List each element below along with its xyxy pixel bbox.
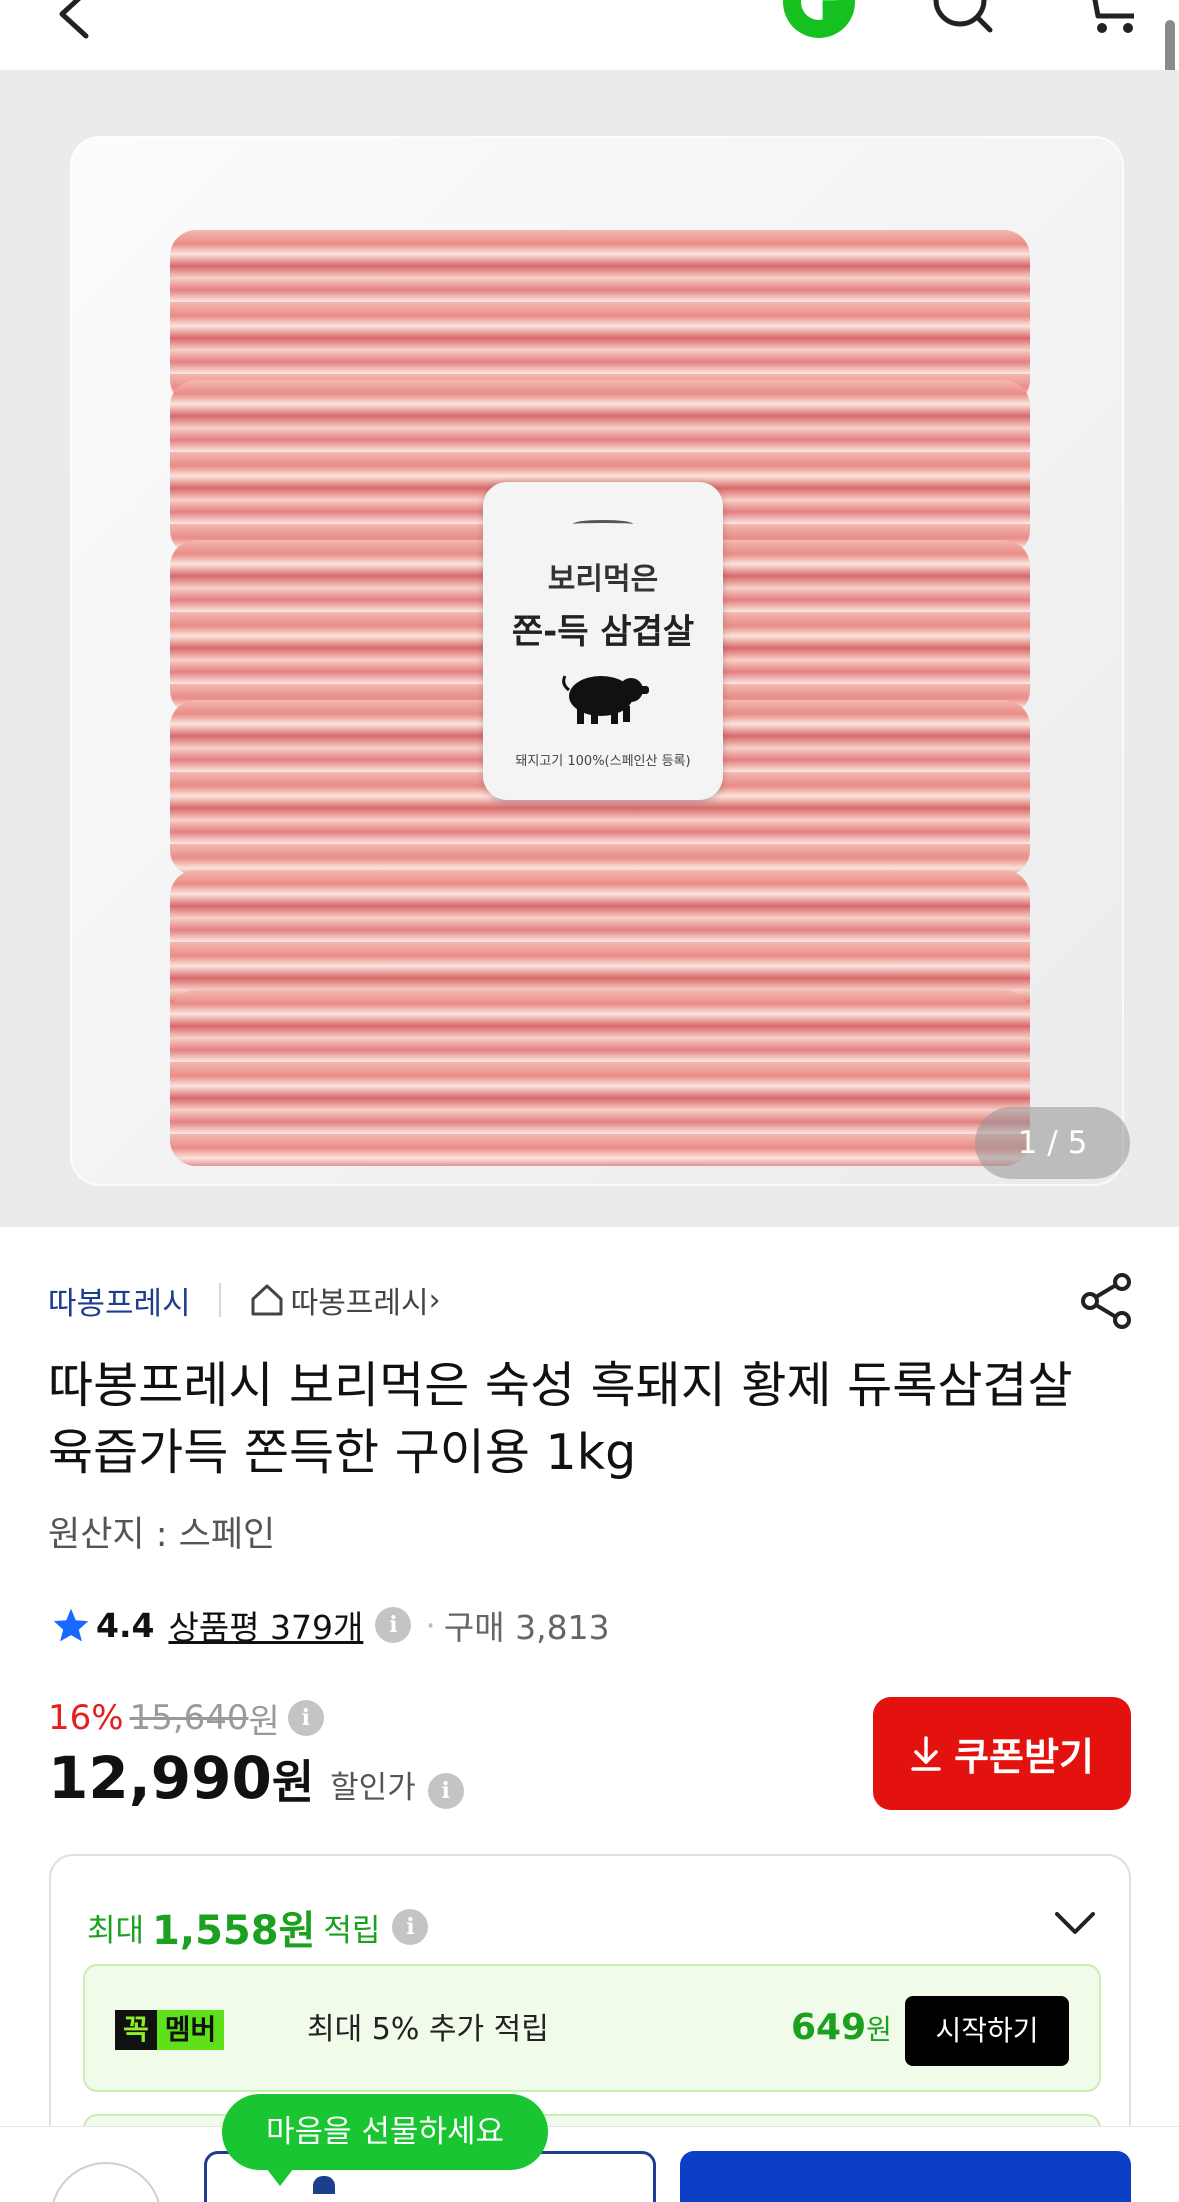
share-icon[interactable] — [1078, 1272, 1134, 1330]
gift-heart-icon — [313, 2176, 335, 2194]
sale-price: 12,990 — [48, 1744, 272, 1812]
sale-price-unit: 원 — [271, 1755, 315, 1809]
membership-text: 최대 5% 추가 적립 — [307, 2012, 549, 2047]
product-title: 따봉프레시 보리먹은 숙성 흑돼지 황제 듀록삼겹살 육즙가득 쫀득한 구이용 … — [48, 1357, 1073, 1481]
gift-tooltip: 마음을 선물하세요 — [222, 2094, 548, 2186]
top-navigation-bar — [0, 0, 1179, 70]
membership-points-value: 649 — [791, 2007, 867, 2048]
membership-badge: 꼭 멤버 — [115, 2010, 225, 2050]
rewards-prefix: 최대 — [87, 1912, 145, 1949]
original-price-unit: 원 — [248, 1701, 280, 1742]
image-pager: 1 / 5 — [975, 1107, 1130, 1179]
wishlist-button[interactable] — [50, 2162, 162, 2202]
info-icon[interactable]: i — [375, 1607, 412, 1643]
seller-link[interactable]: 따봉프레시 — [48, 1278, 191, 1323]
membership-badge-right: 멤버 — [156, 2010, 225, 2050]
info-icon[interactable]: i — [392, 1909, 429, 1945]
coupon-download-button[interactable]: 쿠폰받기 — [873, 1697, 1131, 1810]
original-price: 15,640 — [129, 1698, 249, 1738]
download-arrow-icon — [911, 1735, 941, 1771]
star-icon — [53, 1608, 89, 1642]
seller-row: 따봉프레시 따봉프레시 › — [48, 1275, 441, 1325]
store-link[interactable]: 따봉프레시 › — [249, 1278, 441, 1322]
rewards-suffix: 적립 — [323, 1912, 381, 1949]
search-icon[interactable] — [928, 0, 998, 36]
buy-button[interactable] — [680, 2151, 1131, 2202]
rating-score: 4.4 — [96, 1605, 155, 1645]
origin-country: 원산지 : 스페인 — [48, 1515, 276, 1555]
store-link-label: 따봉프레시 — [290, 1286, 429, 1321]
sale-price-label: 할인가 — [330, 1770, 416, 1806]
product-image-gallery[interactable]: 보리먹은 쫀-득 삼겹살 돼지고기 100%(스페인산 등록) 1 / 5 — [0, 70, 1179, 1227]
bottom-action-bar — [0, 2126, 1179, 2202]
label-product-name: 쫀-득 삼겹살 — [511, 612, 695, 652]
pig-icon — [562, 675, 649, 724]
discount-rate: 16% — [48, 1698, 124, 1738]
chevron-down-icon[interactable] — [1051, 1908, 1099, 1940]
label-origin: 돼지고기 100%(스페인산 등록) — [515, 754, 691, 769]
rewards-header[interactable]: 최대 1,558원 적립 i — [87, 1898, 429, 1956]
gmarket-g-logo[interactable] — [783, 0, 855, 38]
divider — [218, 1283, 221, 1317]
info-icon[interactable]: i — [287, 1700, 324, 1736]
coupon-button-label: 쿠폰받기 — [954, 1735, 1094, 1779]
membership-start-button[interactable]: 시작하기 — [905, 1996, 1069, 2066]
product-label-sticker: 보리먹은 쫀-득 삼겹살 돼지고기 100%(스페인산 등록) — [483, 482, 723, 800]
info-icon[interactable]: i — [427, 1773, 464, 1809]
back-icon[interactable] — [48, 0, 100, 42]
separator-dot: · — [425, 1605, 436, 1645]
purchase-count: 구매 3,813 — [443, 1608, 610, 1647]
discount-row: 16% 15,640 원 i — [48, 1695, 324, 1742]
chevron-right-icon: › — [428, 1282, 441, 1318]
membership-promo: 꼭 멤버 최대 5% 추가 적립 649원 시작하기 — [83, 1964, 1101, 2092]
price-row: 12,990 원 할인가 i — [48, 1744, 464, 1816]
label-ribbon — [573, 520, 633, 528]
review-count-link[interactable]: 상품평 379개 — [168, 1601, 363, 1649]
rewards-amount: 1,558원 — [152, 1908, 316, 1954]
rating-row: 4.4 상품평 379개 i · 구매 3,813 — [52, 1600, 610, 1650]
home-icon — [251, 1284, 283, 1316]
membership-badge-left: 꼭 — [115, 2010, 157, 2050]
label-brand: 보리먹은 — [547, 562, 659, 597]
cart-icon[interactable] — [1080, 0, 1140, 36]
membership-points-unit: 원 — [866, 2013, 892, 2046]
membership-points: 649원 — [791, 2006, 892, 2052]
